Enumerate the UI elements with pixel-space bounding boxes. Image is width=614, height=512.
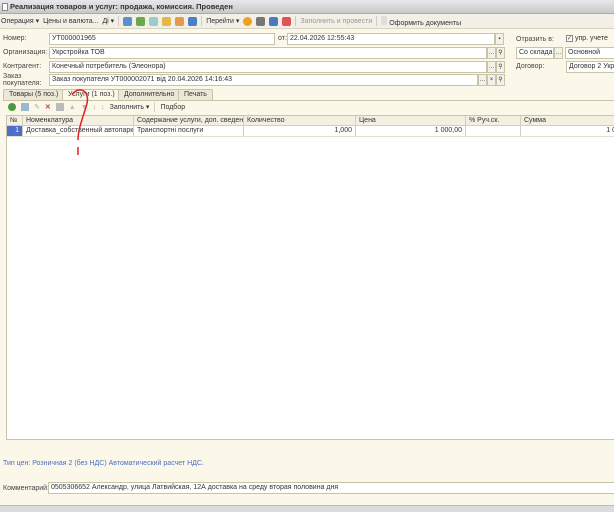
cell-number: 1 bbox=[7, 126, 23, 136]
services-table: № Номенклатура Содержание услуги, доп. с… bbox=[6, 115, 614, 440]
tab-goods[interactable]: Товары (5 поз.) bbox=[3, 89, 65, 100]
goto-menu[interactable]: Перейти ▾ bbox=[206, 17, 239, 25]
make-docs-button[interactable]: Оформить документы bbox=[381, 15, 462, 27]
copy-icon[interactable] bbox=[162, 16, 172, 26]
contract-field[interactable]: Договор 2 Укро bbox=[566, 61, 614, 73]
di-menu[interactable]: Ді ▾ bbox=[102, 17, 114, 25]
org-label: Организация: bbox=[3, 49, 48, 56]
checkbox-checked-icon: ✓ bbox=[566, 35, 573, 42]
cell-price: 1 000,00 bbox=[356, 126, 466, 136]
fill-post-button[interactable]: Заполнить и провести bbox=[300, 18, 372, 25]
number-label: Номер: bbox=[3, 35, 27, 42]
order-label: Заказ покупателя: bbox=[3, 73, 42, 87]
contractor-field[interactable]: Конечный потребитель (Элеонора) bbox=[49, 61, 487, 73]
price-type-link[interactable]: Тип цен: Розничная 2 (без НДС) Автоматич… bbox=[3, 460, 204, 467]
mgmt-accounting-label: упр. учете bbox=[574, 35, 608, 42]
col-discount[interactable]: % Руч.ск. bbox=[466, 116, 521, 125]
cell-discount bbox=[466, 126, 521, 136]
stock-select-button[interactable]: … bbox=[554, 47, 563, 59]
copy-row-icon[interactable] bbox=[21, 103, 29, 111]
tab-print[interactable]: Печать bbox=[178, 89, 213, 100]
window-title: Реализация товаров и услуг: продажа, ком… bbox=[10, 2, 233, 11]
list-icon[interactable] bbox=[256, 16, 266, 26]
contractor-label: Контрагент: bbox=[3, 63, 42, 70]
structure-icon[interactable] bbox=[188, 16, 198, 26]
order-select-button[interactable]: … bbox=[478, 74, 487, 86]
tab-additional[interactable]: Дополнительно bbox=[118, 89, 181, 100]
operation-menu[interactable]: Операция ▾ bbox=[1, 17, 39, 25]
window-title-bar: Реализация товаров и услуг: продажа, ком… bbox=[0, 0, 614, 14]
tree-icon[interactable] bbox=[269, 16, 279, 26]
fill-menu[interactable]: Заполнить ▾ bbox=[110, 103, 150, 111]
order-field[interactable]: Заказ покупателя УТ000002071 від 20.04.2… bbox=[49, 74, 478, 86]
help-icon[interactable] bbox=[243, 16, 253, 26]
date-field[interactable]: 22.04.2026 12:55:43 bbox=[287, 33, 495, 45]
main-toolbar: Операция ▾ Цены и валюта... Ді ▾ Перейти… bbox=[0, 14, 614, 29]
save-icon[interactable] bbox=[123, 16, 133, 26]
warehouse-field[interactable]: Основной bbox=[565, 47, 614, 59]
order-clear-icon[interactable]: × bbox=[487, 74, 496, 86]
cell-quantity: 1,000 bbox=[244, 126, 356, 136]
reflect-label: Отразить в: bbox=[516, 36, 554, 43]
org-search-icon[interactable]: ⚲ bbox=[496, 47, 505, 59]
mgmt-accounting-checkbox[interactable]: ✓ упр. учете bbox=[566, 35, 608, 42]
new-icon[interactable] bbox=[175, 16, 185, 26]
col-number[interactable]: № bbox=[7, 116, 23, 125]
prices-button[interactable]: Цены и валюта... bbox=[43, 18, 98, 25]
sort-desc-icon[interactable]: ↓ bbox=[101, 104, 105, 111]
col-quantity[interactable]: Количество bbox=[244, 116, 356, 125]
col-sum[interactable]: Сумма bbox=[521, 116, 614, 125]
document-icon bbox=[2, 3, 8, 11]
cell-content: Транспортні послуги bbox=[134, 126, 244, 136]
comment-label: Комментарий: bbox=[3, 485, 50, 492]
contract-label: Договор: bbox=[516, 63, 545, 70]
edit-icon[interactable]: ✎ bbox=[34, 103, 40, 111]
delete-icon[interactable]: ✕ bbox=[45, 103, 51, 111]
calendar-button[interactable]: ▪ bbox=[495, 33, 504, 45]
refresh-icon[interactable] bbox=[149, 16, 159, 26]
make-docs-label: Оформить документы bbox=[389, 19, 462, 27]
order-search-icon[interactable]: ⚲ bbox=[496, 74, 505, 86]
red-annotation-scribble bbox=[71, 89, 89, 155]
doc-icon bbox=[381, 15, 388, 25]
comment-field[interactable]: 0505306652 Александр, улица Латвийская, … bbox=[48, 482, 614, 494]
date-label: от: bbox=[278, 35, 287, 42]
col-content[interactable]: Содержание услуги, доп. сведения bbox=[134, 116, 244, 125]
contractor-select-button[interactable]: … bbox=[487, 61, 496, 73]
cell-sum: 1 0 bbox=[521, 126, 614, 136]
org-field[interactable]: Укрстройка ТОВ bbox=[49, 47, 487, 59]
contractor-search-icon[interactable]: ⚲ bbox=[496, 61, 505, 73]
select-button[interactable]: Подбор bbox=[160, 104, 185, 111]
status-bar bbox=[0, 505, 614, 512]
number-field[interactable]: УТ000001965 bbox=[49, 33, 275, 45]
calendar-icon[interactable] bbox=[282, 16, 292, 26]
col-price[interactable]: Цена bbox=[356, 116, 466, 125]
org-select-button[interactable]: … bbox=[487, 47, 496, 59]
add-icon[interactable] bbox=[8, 103, 16, 111]
post-icon[interactable] bbox=[136, 16, 146, 26]
from-stock-field[interactable]: Со склада bbox=[516, 47, 554, 59]
